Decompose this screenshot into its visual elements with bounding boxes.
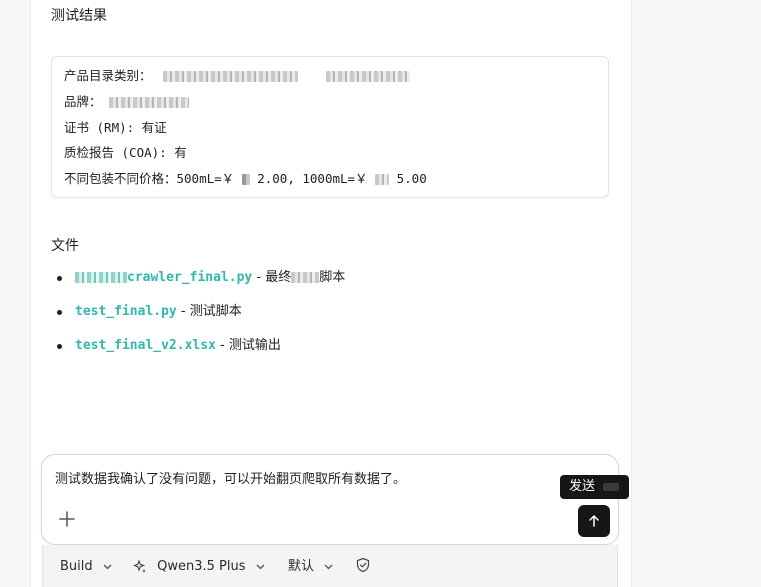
bullet-icon — [57, 344, 62, 349]
bullet-icon — [57, 310, 62, 315]
message-composer[interactable]: 测试数据我确认了没有问题，可以开始翻页爬取所有数据了。 — [41, 454, 619, 545]
arrow-up-icon — [589, 515, 599, 527]
redacted-text — [241, 174, 250, 185]
message-input[interactable]: 测试数据我确认了没有问题，可以开始翻页爬取所有数据了。 — [55, 468, 406, 487]
files-heading: 文件 — [51, 238, 79, 254]
chevron-down-icon — [324, 564, 333, 569]
test-results-heading: 测试结果 — [51, 8, 107, 24]
file-link[interactable]: test_final_v2.xlsx — [75, 338, 216, 353]
code-line-coa: 质检报告 (COA): 有 — [64, 145, 187, 160]
plus-icon[interactable] — [58, 510, 76, 528]
keyboard-shortcut-icon — [603, 482, 620, 491]
file-list: crawler_final.py - 最终 脚本 test_final.py - … — [55, 268, 345, 370]
list-item: test_final.py - 测试脚本 — [55, 302, 345, 336]
file-link[interactable]: test_final.py — [75, 304, 177, 319]
redacted-text — [325, 71, 410, 82]
test-results-codebox: 产品目录类别： 品牌： 证书 (RM): 有证 质检报告 (COA): 有 不同… — [51, 56, 609, 198]
code-line-category: 产品目录类别： — [64, 67, 410, 85]
redacted-text — [291, 272, 320, 283]
code-line-brand: 品牌： — [64, 93, 190, 111]
model-selector[interactable]: Qwen3.5 Plus — [132, 558, 265, 576]
mode-selector[interactable]: Build — [60, 558, 112, 576]
bullet-icon — [57, 276, 62, 281]
variant-selector[interactable]: 默认 — [288, 558, 333, 576]
file-link[interactable]: crawler_final.py — [75, 270, 252, 285]
redacted-text — [375, 174, 390, 185]
redacted-text — [75, 272, 127, 283]
redacted-text — [109, 97, 190, 108]
code-line-certificate: 证书 (RM): 有证 — [64, 120, 167, 135]
composer-toolbar: Build Qwen3.5 Plus 默认 — [42, 545, 618, 587]
shield-check-icon[interactable] — [355, 557, 371, 575]
list-item: crawler_final.py - 最终 脚本 — [55, 268, 345, 302]
chevron-down-icon — [103, 564, 112, 569]
send-tooltip: 发送 — [560, 475, 630, 499]
redacted-text — [163, 71, 299, 82]
list-item: test_final_v2.xlsx - 测试输出 — [55, 336, 345, 370]
chevron-down-icon — [256, 564, 265, 569]
sparkle-icon — [132, 558, 146, 573]
code-line-price: 不同包装不同价格：500mL=￥ 2.00, 1000mL=￥ 5.00 — [64, 171, 427, 186]
send-button[interactable] — [578, 505, 610, 537]
